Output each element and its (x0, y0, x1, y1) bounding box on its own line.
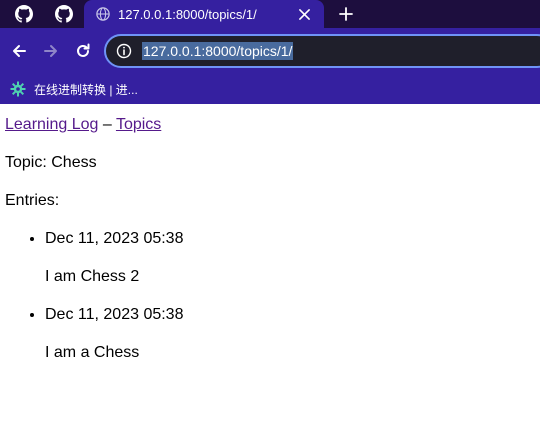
tab-title: 127.0.0.1:8000/topics/1/ (118, 6, 257, 22)
nav-separator: – (102, 116, 112, 133)
tab-close-button[interactable] (294, 4, 314, 24)
list-item: Dec 11, 2023 05:38 I am Chess 2 (45, 229, 535, 287)
github-icon (55, 5, 73, 23)
back-button[interactable] (6, 38, 32, 64)
tab-strip: 127.0.0.1:8000/topics/1/ (0, 0, 540, 28)
url-text[interactable]: 127.0.0.1:8000/topics/1/ (142, 42, 294, 60)
plus-icon (339, 7, 353, 21)
bookmark-item[interactable]: 在线进制转换 | 进... (10, 81, 138, 98)
forward-arrow-icon (44, 45, 57, 57)
pinned-tab-github-2[interactable] (48, 0, 80, 28)
entry-text: I am Chess 2 (45, 268, 140, 285)
info-icon[interactable] (116, 43, 132, 59)
page-content: Learning Log – Topics Topic: Chess Entri… (0, 115, 540, 363)
entry-list: Dec 11, 2023 05:38 I am Chess 2 Dec 11, … (5, 229, 535, 363)
list-item: Dec 11, 2023 05:38 I am a Chess (45, 305, 535, 363)
bookmark-label: 在线进制转换 | 进... (34, 82, 138, 97)
browser-toolbar: 127.0.0.1:8000/topics/1/ (0, 28, 540, 74)
gear-icon (10, 81, 26, 97)
learning-log-link[interactable]: Learning Log (5, 116, 98, 133)
github-icon (15, 5, 33, 23)
entries-label: Entries: (5, 192, 60, 209)
close-icon (298, 8, 310, 20)
bookmarks-bar: 在线进制转换 | 进... (0, 74, 540, 104)
forward-button[interactable] (38, 38, 64, 64)
globe-icon (96, 7, 110, 21)
reload-button[interactable] (70, 38, 96, 64)
page-nav: Learning Log – Topics (5, 115, 535, 135)
address-bar[interactable]: 127.0.0.1:8000/topics/1/ (104, 34, 540, 68)
entry-text: I am a Chess (45, 344, 140, 361)
pinned-tab-github-1[interactable] (8, 0, 40, 28)
topics-link[interactable]: Topics (116, 116, 161, 133)
new-tab-button[interactable] (334, 2, 358, 26)
active-tab[interactable]: 127.0.0.1:8000/topics/1/ (84, 0, 324, 28)
back-arrow-icon (13, 45, 26, 57)
entry-date: Dec 11, 2023 05:38 (45, 230, 184, 247)
topic-heading: Topic: Chess (5, 154, 97, 171)
entry-date: Dec 11, 2023 05:38 (45, 306, 184, 323)
reload-icon (77, 43, 90, 57)
